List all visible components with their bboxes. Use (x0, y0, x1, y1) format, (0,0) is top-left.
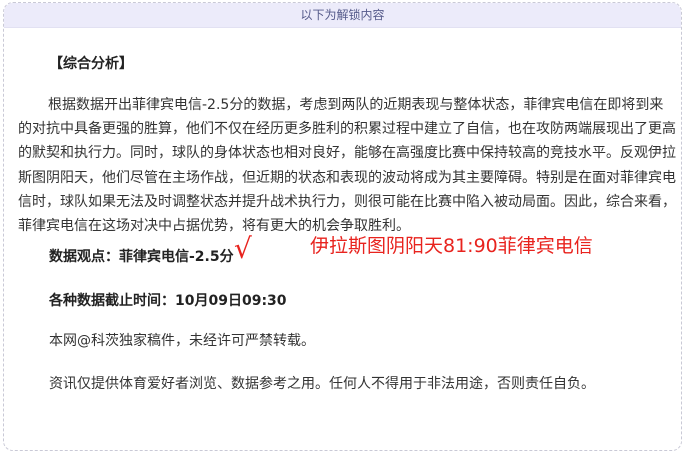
data-deadline: 各种数据截止时间：10月09日09:30 (49, 293, 287, 309)
final-score-note: 伊拉斯图阴阳天81:90菲律宾电信 (310, 235, 593, 257)
disclaimer: 资讯仅提供体育爱好者浏览、数据参考之用。任何人不得用于非法用途，否则责任自负。 (49, 376, 595, 392)
check-mark-icon: √ (234, 232, 252, 265)
unlocked-content-panel: 以下为解锁内容 【综合分析】 根据数据开出菲律宾电信-2.5分的数据，考虑到两队… (3, 2, 682, 451)
copyright-notice: 本网@科茨独家稿件，未经许可严禁转载。 (49, 333, 315, 349)
analysis-paragraph: 根据数据开出菲律宾电信-2.5分的数据，考虑到两队的近期表现与整体状态，菲律宾电… (18, 97, 676, 235)
data-viewpoint: 数据观点：菲律宾电信-2.5分 (49, 249, 234, 265)
unlock-banner: 以下为解锁内容 (4, 3, 681, 28)
section-title: 【综合分析】 (49, 56, 133, 72)
